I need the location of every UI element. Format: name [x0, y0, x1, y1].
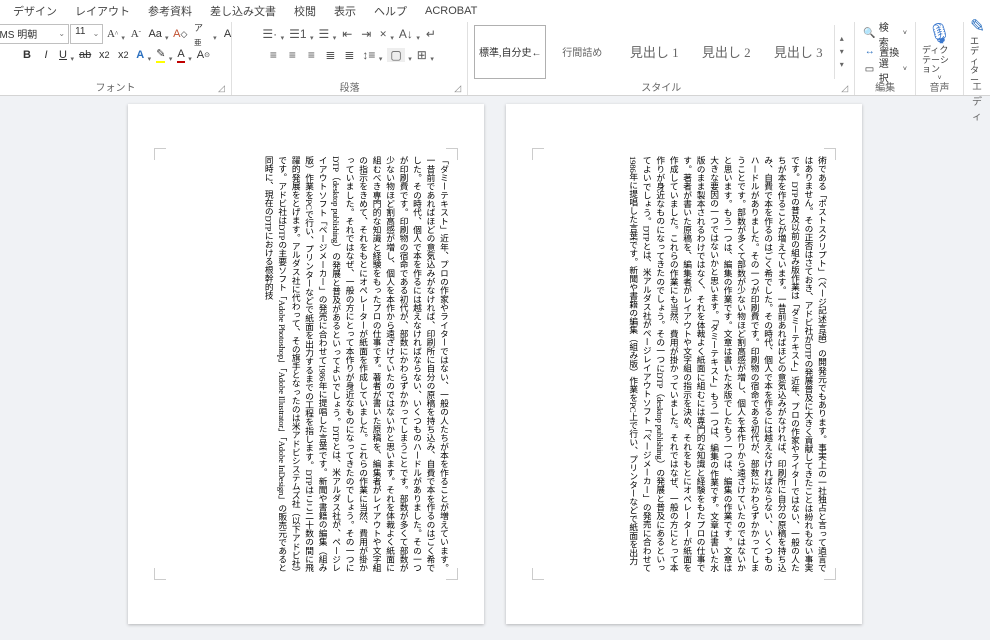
character-border-button[interactable]: A⊙: [194, 45, 213, 65]
justify-button[interactable]: ≣: [321, 45, 339, 65]
menu-view[interactable]: 表示: [325, 1, 365, 21]
document-area[interactable]: 「ダミーテキスト」近年、プロの作家やライターではない、一般の人たちが本を作ること…: [0, 96, 990, 640]
line-spacing-button[interactable]: ↕≡: [359, 45, 383, 65]
crop-mark: [154, 148, 166, 160]
increase-indent-button[interactable]: ⇥: [357, 24, 375, 44]
shrink-font-button[interactable]: Aˇ: [127, 24, 145, 44]
dictate-button[interactable]: 🎙 ディクテーション ˅: [922, 25, 957, 79]
ribbon-group-editor: ✎ エディター エディ: [964, 22, 990, 95]
distribute-button[interactable]: ≣: [340, 45, 358, 65]
bullets-button[interactable]: ☰·: [259, 24, 285, 44]
font-size-combo[interactable]: 11: [70, 24, 103, 44]
group-label-voice: 音声: [922, 79, 957, 95]
crop-mark: [446, 148, 458, 160]
decrease-indent-button[interactable]: ⇤: [338, 24, 356, 44]
select-button[interactable]: ▭選択˅: [861, 61, 909, 78]
subscript-button[interactable]: x2: [95, 45, 113, 65]
menu-review[interactable]: 校閲: [285, 1, 325, 21]
numbering-button[interactable]: ☰1: [286, 24, 314, 44]
select-icon: ▭: [863, 64, 875, 75]
ribbon-group-styles: 標準,自分史← 行間詰め 見出し 1 見出し 2 見出し 3 ▴▾▾ スタイル …: [468, 22, 855, 95]
crop-mark: [824, 568, 836, 580]
group-label-paragraph: 段落: [238, 79, 461, 95]
superscript-button[interactable]: x2: [114, 45, 132, 65]
replace-icon: ↔: [863, 46, 876, 57]
paragraph-dialog-launcher[interactable]: ◿: [454, 83, 465, 94]
menu-help[interactable]: ヘルプ: [365, 1, 416, 21]
menu-mailings[interactable]: 差し込み文書: [201, 1, 285, 21]
menu-bar: デザイン レイアウト 参考資料 差し込み文書 校閲 表示 ヘルプ ACROBAT: [0, 0, 990, 22]
font-color-button[interactable]: A: [174, 45, 192, 65]
group-label-editing: 編集: [861, 79, 909, 95]
align-right-button[interactable]: ≡: [302, 45, 320, 65]
style-gallery: 標準,自分史← 行間詰め 見出し 1 見出し 2 見出し 3 ▴▾▾: [474, 25, 848, 79]
crop-mark: [154, 568, 166, 580]
search-icon: 🔍: [863, 28, 875, 39]
ribbon-group-paragraph: ☰· ☰1 ☰ ⇤ ⇥ ✕ A↓ ↵ ≡ ≡ ≡ ≣ ≣ ↕≡ ▢ ⊞ 段落 ◿: [232, 22, 468, 95]
grow-font-button[interactable]: A^: [104, 24, 126, 44]
clear-formatting-button[interactable]: A◇: [171, 24, 191, 44]
borders-button[interactable]: ⊞: [414, 45, 435, 65]
align-left-button[interactable]: ≡: [264, 45, 282, 65]
font-dialog-launcher[interactable]: ◿: [218, 83, 229, 94]
style-no-spacing[interactable]: 行間詰め: [546, 25, 618, 79]
highlight-button[interactable]: ✎: [153, 45, 173, 65]
group-label-editor: エディ: [970, 78, 984, 124]
underline-button[interactable]: U: [56, 45, 75, 65]
font-name-combo[interactable]: MS 明朝: [0, 24, 69, 44]
group-label-font: フォント: [6, 79, 225, 95]
phonetic-guide-button[interactable]: ア亜: [191, 24, 218, 44]
style-heading3[interactable]: 見出し 3: [762, 25, 834, 79]
document-page-1[interactable]: 「ダミーテキスト」近年、プロの作家やライターではない、一般の人たちが本を作ること…: [128, 104, 484, 624]
microphone-icon: 🎙: [927, 21, 952, 46]
style-heading2[interactable]: 見出し 2: [690, 25, 762, 79]
bold-button[interactable]: B: [18, 45, 36, 65]
crop-mark: [532, 148, 544, 160]
ribbon-group-editing: 🔍検索˅ ↔置換 ▭選択˅ 編集: [855, 22, 916, 95]
editor-icon: ✎: [970, 16, 985, 37]
multilevel-list-button[interactable]: ☰: [316, 24, 338, 44]
shading-button[interactable]: ▢: [384, 45, 412, 65]
ribbon-group-font: MS 明朝 11 A^ Aˇ Aa A◇ ア亜 A B I U ab x2 x2…: [0, 22, 232, 95]
style-normal[interactable]: 標準,自分史←: [474, 25, 546, 79]
page-text[interactable]: 「ダミーテキスト」近年、プロの作家やライターではない、一般の人たちが本を作ること…: [162, 156, 450, 572]
show-marks-button[interactable]: ↵: [422, 24, 440, 44]
style-heading1[interactable]: 見出し 1: [618, 25, 690, 79]
document-page-2[interactable]: 術である「ポストスクリプト」（ページ記述言語）の開発元でもあります。事実上の一社…: [506, 104, 862, 624]
menu-layout[interactable]: レイアウト: [66, 1, 139, 21]
asian-layout-button[interactable]: ✕: [376, 24, 395, 44]
sort-button[interactable]: A↓: [396, 24, 421, 44]
page-text[interactable]: 術である「ポストスクリプト」（ページ記述言語）の開発元でもあります。事実上の一社…: [540, 156, 828, 572]
ribbon: MS 明朝 11 A^ Aˇ Aa A◇ ア亜 A B I U ab x2 x2…: [0, 22, 990, 96]
text-effects-button[interactable]: A: [133, 45, 152, 65]
menu-acrobat[interactable]: ACROBAT: [416, 3, 486, 19]
change-case-button[interactable]: Aa: [146, 24, 170, 44]
align-center-button[interactable]: ≡: [283, 45, 301, 65]
styles-dialog-launcher[interactable]: ◿: [841, 83, 852, 94]
ribbon-group-voice: 🎙 ディクテーション ˅ 音声: [916, 22, 964, 95]
find-button[interactable]: 🔍検索˅: [861, 25, 909, 42]
crop-mark: [824, 148, 836, 160]
crop-mark: [532, 568, 544, 580]
style-gallery-more[interactable]: ▴▾▾: [834, 25, 848, 79]
italic-button[interactable]: I: [37, 45, 55, 65]
group-label-styles: スタイル: [474, 79, 848, 95]
menu-references[interactable]: 参考資料: [139, 1, 201, 21]
editor-button[interactable]: ✎ エディター: [970, 24, 985, 78]
menu-design[interactable]: デザイン: [4, 1, 66, 21]
crop-mark: [446, 568, 458, 580]
strikethrough-button[interactable]: ab: [76, 45, 94, 65]
